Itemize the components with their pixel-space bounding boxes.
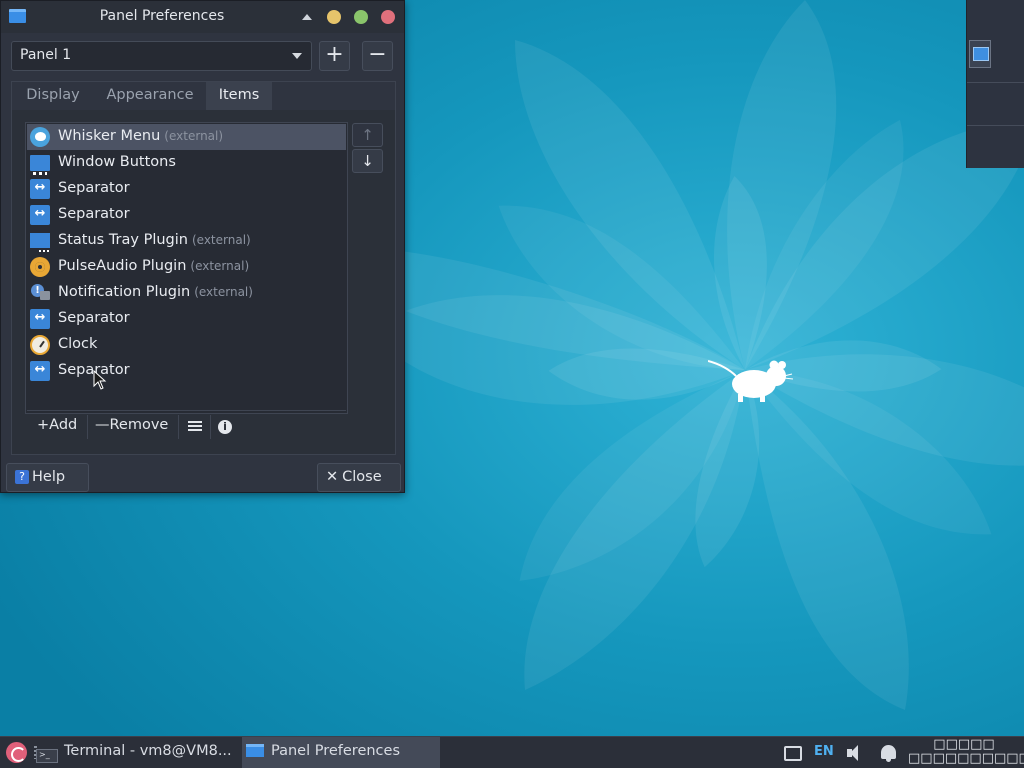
panel-preview-divider: [967, 125, 1024, 126]
list-item[interactable]: Window Buttons: [27, 150, 346, 176]
list-item[interactable]: Separator: [27, 176, 346, 202]
help-icon: ?: [15, 470, 29, 484]
clock[interactable]: □□□□□ □□□□□□□□□□□: [908, 737, 1024, 768]
item-label: Status Tray Plugin: [58, 232, 188, 248]
maximize-button[interactable]: [354, 10, 368, 24]
item-external-tag: (external): [190, 259, 250, 273]
list-item[interactable]: Clock: [27, 332, 346, 358]
chevron-down-icon: [292, 53, 302, 59]
tab-bar: Display Appearance Items: [12, 82, 395, 110]
xfce-mouse-logo: [707, 356, 798, 406]
help-button[interactable]: ? Help: [6, 463, 89, 492]
item-external-tag: (external): [191, 233, 251, 247]
panel-preview-window-button[interactable]: [969, 40, 991, 68]
separator-icon: [30, 361, 50, 381]
item-label: PulseAudio Plugin: [58, 258, 187, 274]
tab-display[interactable]: Display: [12, 82, 94, 110]
separator-icon: [30, 179, 50, 199]
clock-icon: [30, 335, 50, 355]
item-label: Window Buttons: [58, 154, 176, 170]
remove-item-label: Remove: [109, 417, 169, 433]
taskbar-window-panel-preferences[interactable]: Panel Preferences: [242, 737, 440, 768]
titlebar[interactable]: Panel Preferences: [1, 1, 404, 33]
shade-icon[interactable]: [300, 10, 314, 24]
items-toolbar: +Add —Remove: [27, 410, 346, 440]
window-close-button[interactable]: [381, 10, 395, 24]
item-label: Separator: [58, 206, 130, 222]
toolbar-divider: [178, 415, 179, 439]
panel-select-value: Panel 1: [20, 47, 72, 63]
list-item[interactable]: Whisker Menu (external): [27, 124, 346, 150]
close-label: Close: [342, 469, 382, 485]
move-up-button[interactable]: ↑: [352, 123, 383, 147]
pulseaudio-icon: [30, 257, 50, 277]
toolbar-divider: [87, 415, 88, 439]
item-label: Separator: [58, 180, 130, 196]
window-title: Panel Preferences: [99, 8, 225, 24]
preferences-notebook: Display Appearance Items Whisker Menu (ex…: [11, 81, 396, 455]
item-label: Separator: [58, 310, 130, 326]
panel-select[interactable]: Panel 1: [11, 41, 312, 71]
list-item[interactable]: Separator: [27, 306, 346, 332]
item-label: Clock: [58, 336, 98, 352]
keyboard-layout-indicator[interactable]: EN: [814, 744, 834, 768]
panel-preferences-dialog: Panel Preferences Panel 1 + − Display Ap…: [0, 0, 405, 493]
clock-time: □□□□□: [933, 737, 995, 752]
network-icon[interactable]: [782, 743, 802, 763]
plus-icon: +: [37, 417, 50, 433]
mouse-cursor-icon: [93, 369, 107, 390]
tab-appearance[interactable]: Appearance: [94, 82, 206, 110]
add-item-label: Add: [49, 417, 78, 433]
list-item[interactable]: PulseAudio Plugin (external): [27, 254, 346, 280]
item-external-tag: (external): [164, 129, 224, 143]
list-item[interactable]: Separator: [27, 358, 346, 384]
minimize-button[interactable]: [327, 10, 341, 24]
whisker-menu-button[interactable]: [6, 742, 27, 763]
items-list: Whisker Menu(external) Window Buttons Se…: [25, 122, 348, 439]
volume-icon[interactable]: [846, 743, 866, 763]
minus-icon: —: [95, 417, 110, 433]
panel-preview-divider: [967, 82, 1024, 83]
panel-preview: [966, 0, 1024, 168]
remove-panel-button[interactable]: −: [362, 41, 393, 71]
add-panel-button[interactable]: +: [319, 41, 350, 71]
list-icon[interactable]: [182, 415, 208, 439]
list-item[interactable]: Status Tray Plugin (external): [27, 228, 346, 254]
move-down-button[interactable]: ↓: [352, 149, 383, 173]
whisker-menu-icon: [30, 127, 50, 147]
taskbar-window-label: Panel Preferences: [271, 743, 401, 759]
clock-date: □□□□□□□□□□□: [908, 751, 1024, 766]
notification-bell-icon[interactable]: [878, 743, 900, 763]
tab-items[interactable]: Items: [206, 82, 272, 110]
list-item[interactable]: Notification Plugin(external): [27, 280, 346, 306]
separator-icon: [30, 309, 50, 329]
taskbar-window-label: Terminal - vm8@VM8...: [64, 743, 232, 759]
notification-icon: [30, 283, 50, 303]
remove-item-button[interactable]: —Remove: [91, 415, 172, 439]
separator-icon: [30, 205, 50, 225]
close-button[interactable]: ✕ Close: [317, 463, 401, 492]
close-icon: ✕: [326, 469, 339, 485]
add-item-button[interactable]: +Add: [33, 415, 81, 439]
window-buttons-icon: [30, 155, 50, 175]
status-tray-icon: [30, 233, 50, 252]
item-label: Notification Plugin: [58, 284, 191, 300]
item-label: Whisker Menu: [58, 128, 161, 144]
info-icon[interactable]: [213, 415, 237, 439]
help-label: Help: [32, 469, 66, 485]
item-external-tag: (external): [194, 285, 253, 299]
terminal-icon: >_: [36, 749, 58, 763]
list-item[interactable]: Separator: [27, 202, 346, 228]
taskbar: >_ Terminal - vm8@VM8... Panel Preference…: [0, 736, 1024, 768]
panel-preferences-icon: [246, 744, 264, 757]
toolbar-divider: [210, 415, 211, 439]
taskbar-window-terminal[interactable]: >_ Terminal - vm8@VM8...: [32, 737, 241, 768]
